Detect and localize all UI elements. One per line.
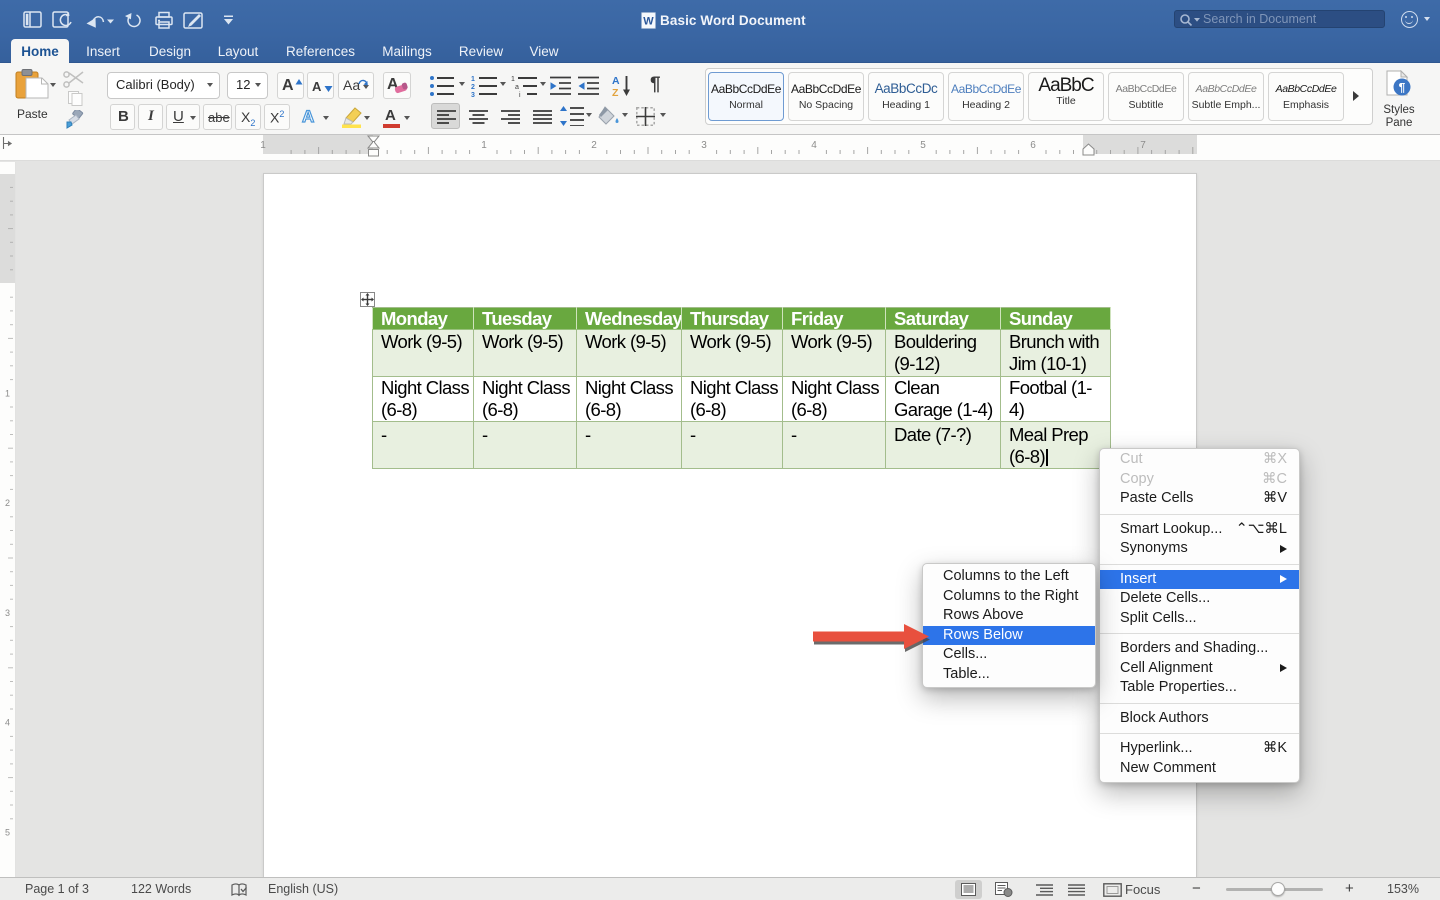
svg-text:Z: Z xyxy=(612,87,619,98)
svg-text:2: 2 xyxy=(5,498,10,508)
svg-text:¶: ¶ xyxy=(1399,81,1406,95)
svg-text:1: 1 xyxy=(260,140,266,151)
svg-text:a: a xyxy=(515,84,519,91)
svg-text:5: 5 xyxy=(920,140,926,151)
svg-text:1: 1 xyxy=(471,76,475,83)
svg-text:6: 6 xyxy=(1030,140,1036,151)
svg-text:3: 3 xyxy=(701,140,707,151)
svg-text:7: 7 xyxy=(1140,140,1146,151)
svg-text:1: 1 xyxy=(511,76,515,83)
svg-text:3: 3 xyxy=(5,608,10,618)
svg-text:2: 2 xyxy=(591,140,597,151)
svg-text:2: 2 xyxy=(471,84,475,91)
svg-text:i: i xyxy=(519,92,521,98)
svg-text:4: 4 xyxy=(5,718,10,728)
svg-text:1: 1 xyxy=(5,388,10,398)
svg-text:1: 1 xyxy=(481,140,487,151)
svg-text:3: 3 xyxy=(471,92,475,98)
svg-text:W: W xyxy=(643,16,654,28)
svg-text:A: A xyxy=(612,75,620,87)
svg-text:4: 4 xyxy=(811,140,817,151)
svg-text:5: 5 xyxy=(5,828,10,838)
